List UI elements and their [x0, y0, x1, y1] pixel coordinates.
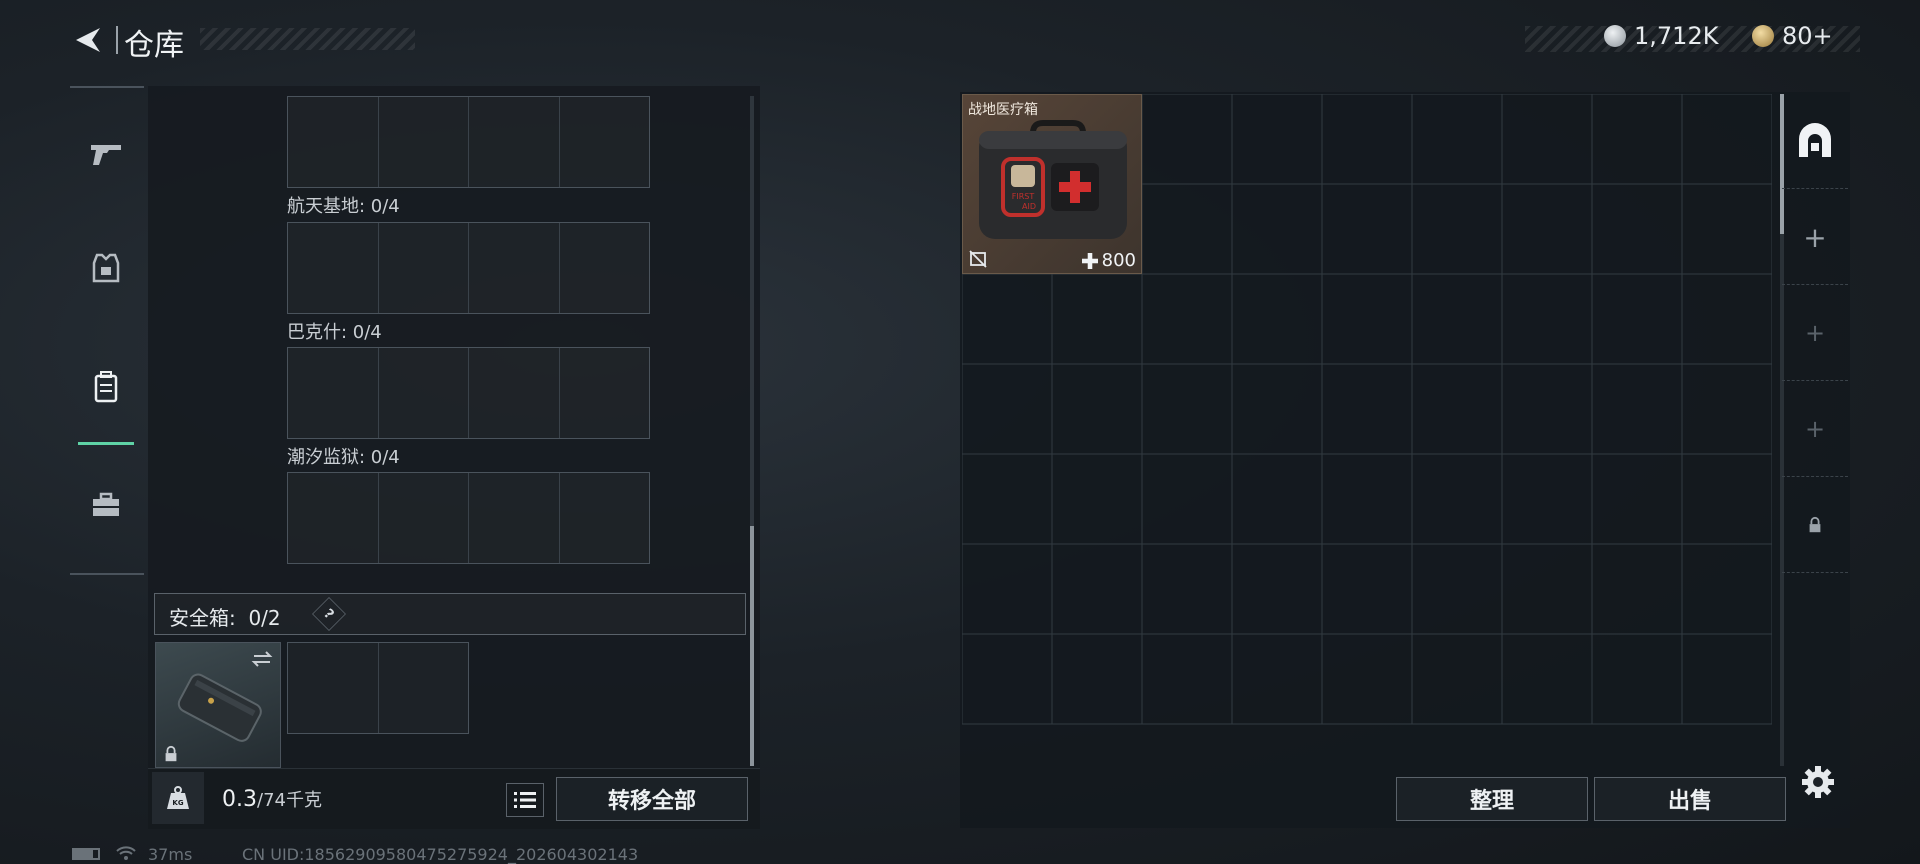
stash-tab-main[interactable] — [1782, 94, 1848, 189]
weight-kg-icon: KG — [167, 786, 189, 809]
left-panel-scrollbar[interactable] — [750, 96, 754, 766]
swap-icon[interactable] — [250, 647, 274, 671]
sidebar-item-armor[interactable] — [78, 218, 134, 318]
region-grid-top[interactable] — [287, 96, 650, 188]
silver-coin-icon — [1604, 25, 1626, 47]
user-uid: CN UID:18562909580475275924_202604302143 — [242, 845, 639, 864]
back-button[interactable] — [70, 22, 106, 58]
region-grid[interactable] — [287, 222, 650, 314]
weight-value: 0.3 — [222, 787, 257, 812]
safe-box-header: 安全箱: 0/2 ? — [154, 593, 746, 635]
safe-box-grid[interactable] — [287, 642, 469, 734]
backpack-icon — [94, 371, 118, 403]
art-text-first: FIRST — [1012, 192, 1035, 201]
region-label: 航天基地: 0/4 — [287, 196, 400, 217]
ping-readout: 37ms — [148, 845, 193, 864]
first-aid-kit-icon: FIRST AID — [979, 120, 1127, 239]
weight-max: /74千克 — [257, 790, 322, 811]
title-decoration — [200, 28, 415, 50]
wifi-icon — [116, 846, 136, 860]
pistol-icon — [91, 145, 121, 165]
safe-box-slot[interactable] — [155, 642, 281, 768]
list-view-button[interactable] — [506, 783, 544, 817]
page-title: 仓库 — [124, 28, 184, 63]
list-icon — [514, 792, 536, 808]
add-stash-tab-button[interactable]: + — [1782, 382, 1848, 477]
weight-readout: 0.3/74千克 — [222, 786, 322, 812]
add-stash-tab-button[interactable]: + — [1782, 190, 1848, 285]
organize-button[interactable]: 整理 — [1396, 777, 1588, 821]
item-value: 800 — [1101, 250, 1136, 271]
transfer-all-button[interactable]: 转移全部 — [556, 777, 748, 821]
sell-button[interactable]: 出售 — [1594, 777, 1786, 821]
stash-arch-icon — [1799, 123, 1831, 157]
kg-label: KG — [172, 799, 183, 807]
vest-icon — [92, 253, 120, 283]
region-label: 巴克什: 0/4 — [287, 322, 382, 343]
region-label: 潮汐监狱: 0/4 — [287, 447, 400, 468]
currency-silver-value: 1,712K — [1634, 22, 1719, 50]
currency-silver[interactable]: 1,712K — [1604, 22, 1718, 50]
gear-icon — [1802, 766, 1834, 798]
gold-coin-icon — [1752, 25, 1774, 47]
stash-item-medkit[interactable]: 战地医疗箱 FIRST AID 800 — [962, 94, 1142, 274]
sidebar-item-weapons[interactable] — [78, 102, 134, 202]
currency-gold-value: 80+ — [1782, 22, 1833, 50]
back-arrow-icon — [76, 28, 100, 52]
locked-stash-tab[interactable] — [1782, 478, 1848, 573]
lock-icon — [165, 745, 177, 762]
scroll-thumb[interactable] — [750, 526, 754, 766]
region-grid[interactable] — [287, 472, 650, 564]
currency-gold[interactable]: 80+ — [1752, 22, 1833, 50]
help-icon[interactable]: ? — [312, 597, 346, 631]
battery-icon — [72, 848, 100, 860]
lock-icon — [1809, 516, 1821, 533]
title-divider — [116, 26, 118, 54]
region-grid[interactable] — [287, 347, 650, 439]
art-text-aid: AID — [1022, 202, 1036, 211]
safe-box-label: 安全箱: 0/2 — [169, 606, 281, 630]
toolbox-icon — [93, 492, 119, 516]
no-insure-icon — [969, 250, 987, 268]
weight-icon-box: KG — [152, 772, 204, 824]
plus-icon — [1081, 252, 1098, 269]
settings-button[interactable] — [1798, 762, 1838, 802]
sidebar-item-backpack[interactable] — [78, 332, 134, 445]
item-value-wrap: 800 — [1081, 250, 1136, 271]
sidebar-item-cases[interactable] — [78, 455, 134, 555]
add-stash-tab-button[interactable]: + — [1782, 286, 1848, 381]
